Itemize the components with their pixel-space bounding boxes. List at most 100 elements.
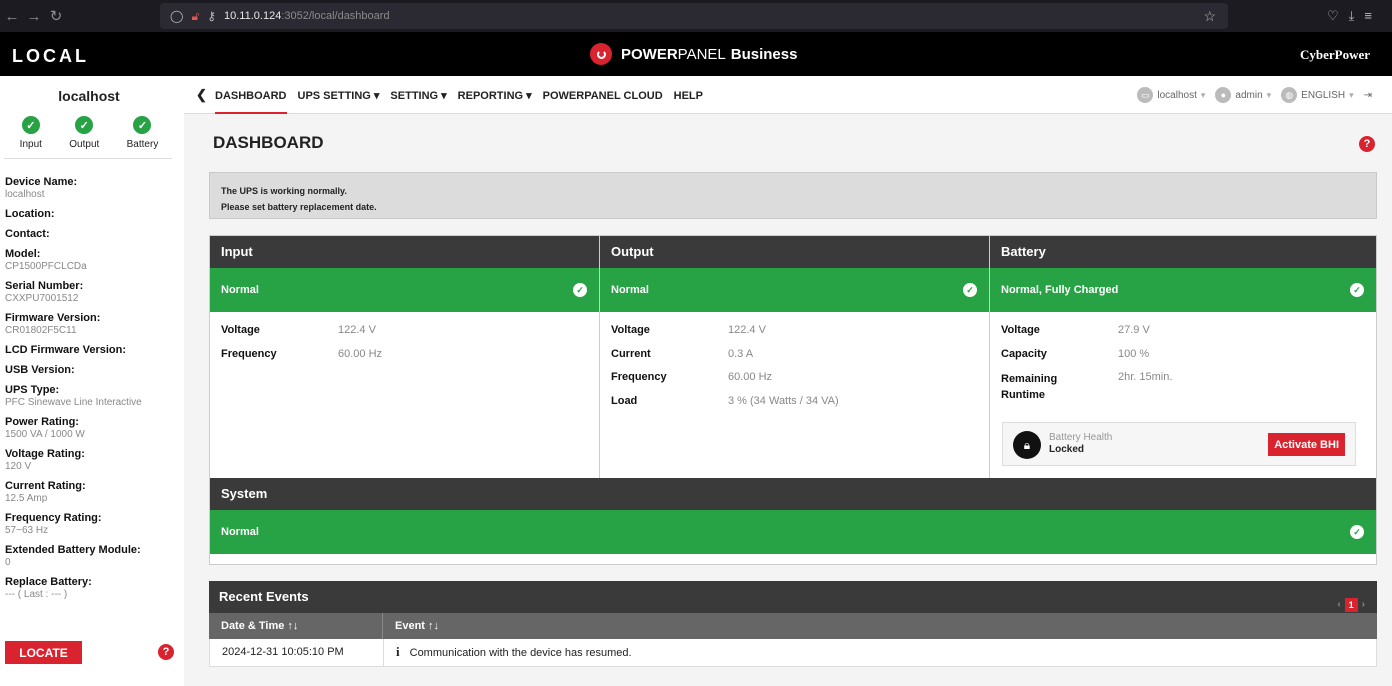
panel-status: Normal ✓ xyxy=(210,510,1376,554)
check-icon: ✓ xyxy=(133,116,152,134)
output-current-row: Current 0.3 A xyxy=(611,347,754,360)
battery-voltage-row: Voltage 27.9 V xyxy=(1001,324,1150,336)
output-status: ✓ Output xyxy=(69,116,99,150)
status-alert: The UPS is working normally. Please set … xyxy=(209,172,1377,219)
nav-powerpanel-cloud[interactable]: POWERPANEL CLOUD xyxy=(543,76,663,114)
event-date: 2024-12-31 10:05:10 PM xyxy=(210,639,384,666)
info-current-rating: Current Rating: 12.5 Amp xyxy=(5,480,86,504)
col-date[interactable]: Date & Time ↑↓ xyxy=(209,613,383,639)
help-icon[interactable]: ? xyxy=(1359,136,1375,152)
nav-help[interactable]: HELP xyxy=(674,76,703,114)
alert-line: The UPS is working normally. xyxy=(221,186,347,196)
bhi-status: Locked xyxy=(1049,444,1085,455)
input-voltage-row: Voltage 122.4 V xyxy=(221,324,376,336)
panel-status: Normal, Fully Charged ✓ xyxy=(990,268,1376,312)
info-usb: USB Version: xyxy=(5,364,75,376)
panel-title: Battery xyxy=(990,236,1376,268)
nav-dashboard[interactable]: DASHBOARD xyxy=(215,76,287,114)
events-pager: ‹ 1 › xyxy=(1337,589,1365,621)
lock-icon: 🔒︎ xyxy=(1013,431,1041,459)
battery-runtime-row: Remaining Runtime 2hr. 15min. xyxy=(1001,371,1173,401)
info-model: Model: CP1500PFCLCDa xyxy=(5,248,87,272)
output-load-row: Load 3 % (34 Watts / 34 VA) xyxy=(611,394,839,407)
url-path: :3052/local/dashboard xyxy=(281,10,390,22)
insecure-lock-icon[interactable]: 🔓︎ xyxy=(191,9,199,24)
panel-status: Normal ✓ xyxy=(600,268,989,312)
status-label: Battery xyxy=(126,139,159,150)
device-sidebar: localhost ✓ Input ✓ Output ✓ Battery Device… xyxy=(0,76,184,686)
info-ups-type: UPS Type: PFC Sinewave Line Interactive xyxy=(5,384,142,408)
globe-icon: ◍ xyxy=(1281,87,1298,103)
input-frequency-row: Frequency 60.00 Hz xyxy=(221,347,383,360)
battery-status: ✓ Battery xyxy=(126,116,159,150)
panel-title: System xyxy=(210,478,1376,510)
info-icon: i xyxy=(396,644,400,659)
brand-panel: PANEL xyxy=(677,45,726,63)
info-location: Location: xyxy=(5,208,55,220)
table-row: 2024-12-31 10:05:10 PM i Communication wi… xyxy=(209,639,1377,667)
battery-capacity-row: Capacity 100 % xyxy=(1001,347,1150,360)
output-frequency-row: Frequency 60.00 Hz xyxy=(611,371,773,383)
nav-reporting[interactable]: REPORTING ▾ xyxy=(458,76,532,114)
url-bar[interactable]: ◯ 🔓︎ ⚷ 10.11.0.124:3052/local/dashboard … xyxy=(160,3,1228,29)
key-icon: ⚷ xyxy=(207,9,217,23)
divider xyxy=(4,158,172,159)
page-title: DASHBOARD xyxy=(213,133,324,152)
col-event[interactable]: Event ↑↓ xyxy=(383,613,439,639)
recent-events: Recent Events ‹ 1 › Date & Time ↑↓ Event… xyxy=(209,581,1377,667)
host-selector[interactable]: ▭ localhost ▾ xyxy=(1137,87,1205,103)
logout-icon[interactable]: ⇥ xyxy=(1364,90,1372,101)
prev-page-icon[interactable]: ‹ xyxy=(1337,589,1340,621)
current-page[interactable]: 1 xyxy=(1344,598,1358,612)
back-arrow-icon[interactable]: ← xyxy=(2,8,22,25)
alert-line: Please set battery replacement date. xyxy=(221,202,377,212)
bookmark-star-icon[interactable]: ☆ xyxy=(1203,8,1216,25)
user-menu[interactable]: ● admin ▾ xyxy=(1215,87,1271,103)
status-label: Input xyxy=(19,139,42,150)
info-contact: Contact: xyxy=(5,228,50,240)
status-label: Output xyxy=(69,139,100,150)
input-status: ✓ Input xyxy=(20,116,42,150)
powerpanel-logo: POWER PANEL Business xyxy=(590,43,797,65)
main-nav: ❮ DASHBOARD UPS SETTING ▾ SETTING ▾ REPO… xyxy=(184,76,1392,114)
info-voltage-rating: Voltage Rating: 120 V xyxy=(5,448,85,472)
power-logo-icon xyxy=(590,43,612,65)
events-title: Recent Events xyxy=(219,589,309,604)
check-icon: ✓ xyxy=(21,116,40,134)
user-icon: ● xyxy=(1215,87,1232,103)
locate-button[interactable]: LOCATE xyxy=(5,641,82,664)
info-firmware: Firmware Version: CR01802F5C11 xyxy=(5,312,101,336)
events-table-header: Date & Time ↑↓ Event ↑↓ xyxy=(209,613,1377,639)
brand-business: Business xyxy=(730,45,798,63)
info-ebm: Extended Battery Module: 0 xyxy=(5,544,141,568)
nav-ups-setting[interactable]: UPS SETTING ▾ xyxy=(298,76,380,114)
help-icon[interactable]: ? xyxy=(158,644,174,660)
browser-toolbar: ← → ↻ ◯ 🔓︎ ⚷ 10.11.0.124:3052/local/dash… xyxy=(0,0,1392,32)
status-panels: Input Normal ✓ Voltage 122.4 V Frequency 60… xyxy=(209,235,1377,479)
info-frequency-rating: Frequency Rating: 57~63 Hz xyxy=(5,512,102,536)
language-menu[interactable]: ◍ ENGLISH ▾ xyxy=(1281,87,1354,103)
output-panel: Output Normal ✓ Voltage 122.4 V Current 0.3… xyxy=(599,236,989,478)
check-icon: ✓ xyxy=(573,283,587,297)
reload-icon[interactable]: ↻ xyxy=(46,7,66,25)
event-cell: i Communication with the device has resum… xyxy=(384,639,632,666)
info-lcd-firmware: LCD Firmware Version: xyxy=(5,344,127,356)
output-voltage-row: Voltage 122.4 V xyxy=(611,324,766,336)
check-icon: ✓ xyxy=(1350,283,1364,297)
info-replace-battery: Replace Battery: --- ( Last : --- ) xyxy=(5,576,92,600)
system-panel: System Normal ✓ xyxy=(209,478,1377,565)
activate-bhi-button[interactable]: Activate BHI xyxy=(1268,433,1345,456)
event-text: Communication with the device has resume… xyxy=(409,647,632,659)
forward-arrow-icon[interactable]: → xyxy=(24,8,44,25)
check-icon: ✓ xyxy=(963,283,977,297)
nav-menu: DASHBOARD UPS SETTING ▾ SETTING ▾ REPORT… xyxy=(215,76,714,114)
browser-menu-icons[interactable]: ♡⤓≡ xyxy=(1327,8,1382,24)
check-icon: ✓ xyxy=(1350,525,1364,539)
collapse-sidebar-icon[interactable]: ❮ xyxy=(196,87,207,103)
server-icon: ▭ xyxy=(1137,87,1154,103)
battery-health-box: 🔒︎ Battery Health Locked Activate BHI xyxy=(1002,422,1356,466)
next-page-icon[interactable]: › xyxy=(1362,589,1365,621)
nav-setting[interactable]: SETTING ▾ xyxy=(390,76,446,114)
battery-panel: Battery Normal, Fully Charged ✓ Voltage 27… xyxy=(989,236,1376,478)
events-header: Recent Events ‹ 1 › xyxy=(209,581,1377,613)
